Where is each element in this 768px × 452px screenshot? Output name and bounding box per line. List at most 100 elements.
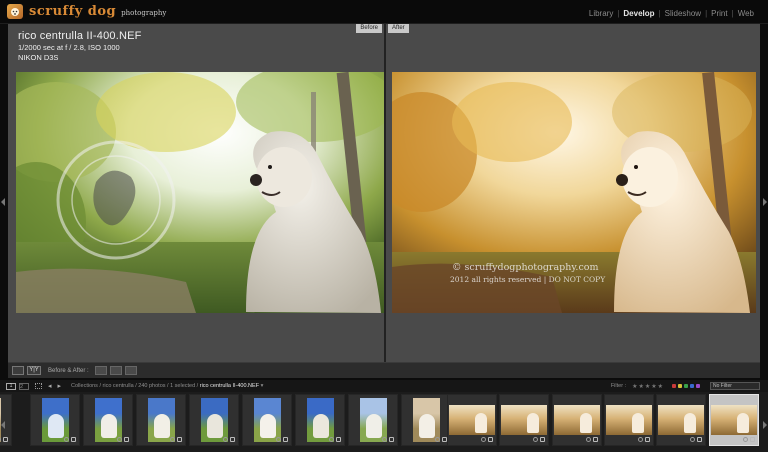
- back-arrow-icon[interactable]: ◂: [48, 382, 52, 390]
- copy-after-to-before-button[interactable]: [109, 366, 122, 375]
- filmstrip-thumbnail[interactable]: [348, 394, 398, 446]
- develop-badge-icon: [749, 437, 755, 442]
- collection-badge-icon: [223, 437, 228, 442]
- filmstrip-thumbnail[interactable]: [656, 394, 707, 446]
- thumbnail-image: [253, 398, 281, 442]
- color-label-5[interactable]: [696, 384, 700, 388]
- collection-badge-icon: [276, 437, 281, 442]
- forward-arrow-icon[interactable]: ▸: [58, 382, 62, 390]
- module-web[interactable]: Web: [738, 9, 754, 18]
- secondary-window-button[interactable]: 2: [19, 382, 29, 390]
- develop-badge-icon: [283, 437, 288, 442]
- develop-badge-icon: [389, 437, 394, 442]
- filmstrip-thumbnail[interactable]: [189, 394, 239, 446]
- photo-info-overlay: rico centrulla II-400.NEF 1/2000 sec at …: [18, 30, 142, 62]
- filter-label: Filter :: [610, 383, 627, 389]
- collection-badge-icon: [329, 437, 334, 442]
- thumbnail-image: [306, 398, 334, 442]
- filmstrip-thumbnail[interactable]: [30, 394, 80, 446]
- color-label-1[interactable]: [672, 384, 676, 388]
- develop-view: Before rico centrulla II-400.NEF 1/2000 …: [8, 24, 760, 362]
- left-panel-toggle-icon[interactable]: [1, 198, 5, 206]
- thumbnail-image: [147, 398, 175, 442]
- develop-badge-icon: [540, 437, 546, 442]
- filmstrip-thumbnail[interactable]: [499, 394, 550, 446]
- develop-badge-icon: [592, 437, 598, 442]
- thumbnail-image: [501, 405, 548, 435]
- develop-badge-icon: [697, 437, 703, 442]
- filmstrip-filter: Filter : ★★★★★ No Filter: [611, 382, 760, 390]
- module-slideshow[interactable]: Slideshow: [665, 9, 701, 18]
- filmstrip[interactable]: [0, 392, 768, 452]
- thumbnail-image: [449, 405, 495, 435]
- collection-badge-icon: [637, 437, 643, 442]
- filmstrip-thumbnail[interactable]: [401, 394, 451, 446]
- filmstrip-thumbnail[interactable]: [295, 394, 345, 446]
- before-label: Before: [356, 24, 382, 33]
- before-after-view-button[interactable]: Y|Y: [27, 366, 41, 375]
- thumbnail-image: [658, 405, 705, 435]
- filmstrip-thumbnail[interactable]: [447, 394, 497, 446]
- filmstrip-thumbnail[interactable]: [0, 394, 12, 446]
- dog-logo-icon: [7, 4, 23, 19]
- collection-badge-icon: [117, 437, 122, 442]
- after-label: After: [388, 24, 409, 33]
- grid-view-icon[interactable]: [35, 383, 42, 389]
- thumbnail-image: [94, 398, 122, 442]
- collection-badge-icon: [0, 437, 1, 442]
- color-label-filter[interactable]: [672, 384, 702, 388]
- module-print[interactable]: Print: [711, 9, 727, 18]
- thumbnail-image: [710, 405, 757, 435]
- before-pane: Before rico centrulla II-400.NEF 1/2000 …: [8, 24, 384, 362]
- module-picker: Library | Develop | Slideshow | Print | Web: [589, 9, 754, 18]
- filmstrip-scroll-right-icon[interactable]: [763, 421, 767, 429]
- color-label-3[interactable]: [684, 384, 688, 388]
- breadcrumb-path: Collections / rico centrulla / 240 photo…: [71, 383, 199, 389]
- develop-badge-icon: [177, 437, 182, 442]
- develop-badge-icon: [230, 437, 235, 442]
- module-develop[interactable]: Develop: [623, 9, 654, 18]
- identity-bar: scruffy dog photography Library | Develop |…: [0, 0, 768, 24]
- develop-badge-icon: [3, 437, 8, 442]
- right-panel-toggle-icon[interactable]: [763, 198, 767, 206]
- loupe-view-button[interactable]: [12, 366, 24, 375]
- brand-tagline: photography: [121, 8, 167, 17]
- collection-badge-icon: [533, 437, 539, 442]
- filmstrip-scroll-left-icon[interactable]: [1, 421, 5, 429]
- before-after-mode-label: Before & After :: [48, 367, 89, 374]
- identity-plate: scruffy dog photography: [7, 4, 166, 19]
- develop-badge-icon: [644, 437, 650, 442]
- filmstrip-thumbnail[interactable]: [83, 394, 133, 446]
- star-filter[interactable]: ★★★★★: [632, 383, 664, 390]
- filmstrip-thumbnail[interactable]: [136, 394, 186, 446]
- collection-badge-icon: [64, 437, 69, 442]
- swap-before-after-button[interactable]: [124, 366, 137, 375]
- color-label-4[interactable]: [690, 384, 694, 388]
- filmstrip-thumbnail[interactable]: [242, 394, 292, 446]
- filmstrip-thumbnail[interactable]: [708, 394, 759, 446]
- photo-exposure: 1/2000 sec at f / 2.8, ISO 1000: [18, 43, 120, 52]
- after-photo[interactable]: © scruffydogphotography.com 2012 all rig…: [392, 72, 756, 313]
- breadcrumb[interactable]: Collections / rico centrulla / 240 photo…: [71, 383, 263, 389]
- filter-preset-select[interactable]: No Filter: [710, 382, 760, 390]
- photo-filename: rico centrulla II-400.NEF: [18, 30, 142, 42]
- color-label-2[interactable]: [678, 384, 682, 388]
- watermark-line2: 2012 all rights reserved | DO NOT COPY: [450, 275, 606, 284]
- module-library[interactable]: Library: [589, 9, 613, 18]
- develop-badge-icon: [71, 437, 76, 442]
- after-pane: After © scruffydogphotography.com 2012 a…: [386, 24, 760, 362]
- filmstrip-thumbnail[interactable]: [551, 394, 602, 446]
- before-photo[interactable]: [16, 72, 384, 313]
- collection-badge-icon: [690, 437, 696, 442]
- module-separator: |: [731, 9, 734, 18]
- copy-before-to-after-button[interactable]: [94, 366, 107, 375]
- collection-badge-icon: [435, 437, 440, 442]
- primary-window-button[interactable]: 1: [6, 382, 16, 390]
- module-separator: |: [617, 9, 620, 18]
- develop-toolbar: Y|Y Before & After :: [8, 362, 760, 378]
- breadcrumb-dropdown-icon[interactable]: ▾: [259, 383, 264, 389]
- develop-badge-icon: [336, 437, 341, 442]
- collection-badge-icon: [382, 437, 387, 442]
- collection-badge-icon: [585, 437, 591, 442]
- filmstrip-thumbnail[interactable]: [603, 394, 654, 446]
